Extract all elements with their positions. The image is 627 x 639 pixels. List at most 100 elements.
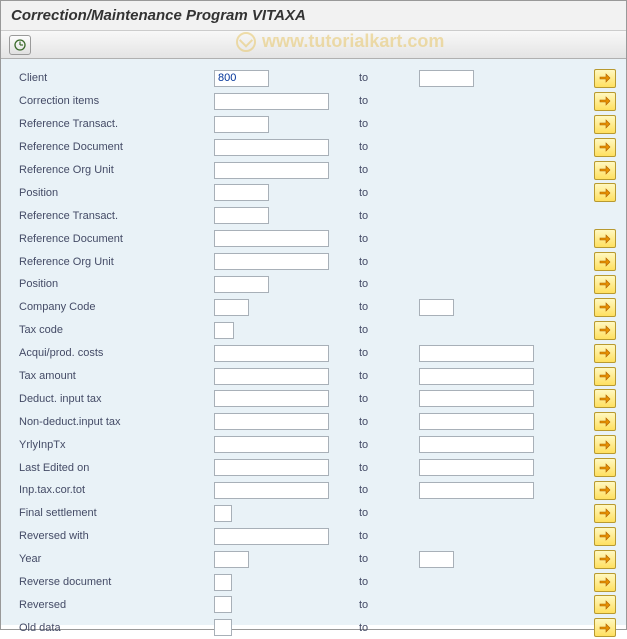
from-input[interactable] (214, 413, 329, 430)
from-input[interactable] (214, 596, 232, 613)
to-input[interactable] (419, 551, 454, 568)
multiple-selection-button[interactable] (594, 481, 616, 500)
multiple-selection-button[interactable] (594, 275, 616, 294)
multiple-selection-button[interactable] (594, 69, 616, 88)
arrow-right-icon (599, 554, 611, 564)
to-input[interactable] (419, 345, 534, 362)
arrow-right-icon (599, 165, 611, 175)
multiple-selection-button[interactable] (594, 183, 616, 202)
field-label: Position (19, 278, 214, 290)
from-input[interactable] (214, 139, 329, 156)
to-input[interactable] (419, 413, 534, 430)
from-input[interactable] (214, 390, 329, 407)
to-cell (419, 413, 564, 430)
to-cell (419, 390, 564, 407)
to-input[interactable] (419, 436, 534, 453)
to-input[interactable] (419, 299, 454, 316)
from-input[interactable] (214, 276, 269, 293)
selection-row: Yearto (19, 548, 616, 571)
multiple-selection-button[interactable] (594, 435, 616, 454)
from-input[interactable] (214, 619, 232, 636)
field-label: Year (19, 553, 214, 565)
from-input[interactable] (214, 436, 329, 453)
to-input[interactable] (419, 390, 534, 407)
multiple-selection-button[interactable] (594, 550, 616, 569)
field-label: Acqui/prod. costs (19, 347, 214, 359)
selection-row: Reverse documentto (19, 571, 616, 594)
multiple-selection-button[interactable] (594, 389, 616, 408)
from-input[interactable] (214, 345, 329, 362)
from-cell (214, 345, 359, 362)
arrow-right-icon (599, 96, 611, 106)
arrow-right-icon (599, 623, 611, 633)
to-label: to (359, 233, 419, 245)
from-cell (214, 230, 359, 247)
from-cell (214, 436, 359, 453)
selection-row: Reference Documentto (19, 136, 616, 159)
from-input[interactable] (214, 322, 234, 339)
from-cell (214, 299, 359, 316)
multiple-selection-button[interactable] (594, 229, 616, 248)
multiple-selection-button[interactable] (594, 618, 616, 637)
to-cell (419, 70, 564, 87)
multiple-selection-button[interactable] (594, 412, 616, 431)
selection-row: Deduct. input taxto (19, 387, 616, 410)
multiple-selection-button[interactable] (594, 595, 616, 614)
from-cell (214, 253, 359, 270)
from-cell (214, 139, 359, 156)
from-input[interactable] (214, 551, 249, 568)
field-label: Last Edited on (19, 462, 214, 474)
field-label: Reversed (19, 599, 214, 611)
arrow-right-icon (599, 142, 611, 152)
from-input[interactable] (214, 93, 329, 110)
to-input[interactable] (419, 70, 474, 87)
execute-icon (14, 39, 26, 51)
execute-button[interactable] (9, 35, 31, 55)
to-label: to (359, 599, 419, 611)
multiple-selection-button[interactable] (594, 92, 616, 111)
arrow-right-icon (599, 371, 611, 381)
to-cell (419, 345, 564, 362)
to-input[interactable] (419, 482, 534, 499)
multiple-selection-button[interactable] (594, 527, 616, 546)
arrow-right-icon (599, 600, 611, 610)
field-label: Reference Org Unit (19, 164, 214, 176)
multiple-selection-button[interactable] (594, 161, 616, 180)
multiple-selection-button[interactable] (594, 344, 616, 363)
selection-row: Reference Org Unitto (19, 250, 616, 273)
multiple-selection-button[interactable] (594, 115, 616, 134)
from-input[interactable] (214, 482, 329, 499)
multiple-selection-button[interactable] (594, 504, 616, 523)
multiple-selection-button[interactable] (594, 298, 616, 317)
multiple-selection-button[interactable] (594, 367, 616, 386)
to-label: to (359, 462, 419, 474)
from-input[interactable] (214, 574, 232, 591)
to-input[interactable] (419, 368, 534, 385)
selection-row: Tax amountto (19, 365, 616, 388)
multiple-selection-button[interactable] (594, 573, 616, 592)
multiple-selection-button[interactable] (594, 138, 616, 157)
to-cell (419, 299, 564, 316)
multiple-selection-button[interactable] (594, 458, 616, 477)
from-input[interactable] (214, 184, 269, 201)
to-input[interactable] (419, 459, 534, 476)
multiple-selection-button[interactable] (594, 252, 616, 271)
from-input[interactable] (214, 505, 232, 522)
field-label: Non-deduct.input tax (19, 416, 214, 428)
from-input[interactable] (214, 299, 249, 316)
arrow-right-icon (599, 440, 611, 450)
arrow-right-icon (599, 485, 611, 495)
from-input[interactable] (214, 207, 269, 224)
from-input[interactable] (214, 253, 329, 270)
from-input[interactable] (214, 368, 329, 385)
from-input[interactable] (214, 528, 329, 545)
multiple-selection-button[interactable] (594, 321, 616, 340)
field-label: Position (19, 187, 214, 199)
from-input[interactable] (214, 70, 269, 87)
from-cell (214, 528, 359, 545)
from-input[interactable] (214, 230, 329, 247)
from-input[interactable] (214, 459, 329, 476)
from-input[interactable] (214, 162, 329, 179)
from-input[interactable] (214, 116, 269, 133)
field-label: Reference Org Unit (19, 256, 214, 268)
